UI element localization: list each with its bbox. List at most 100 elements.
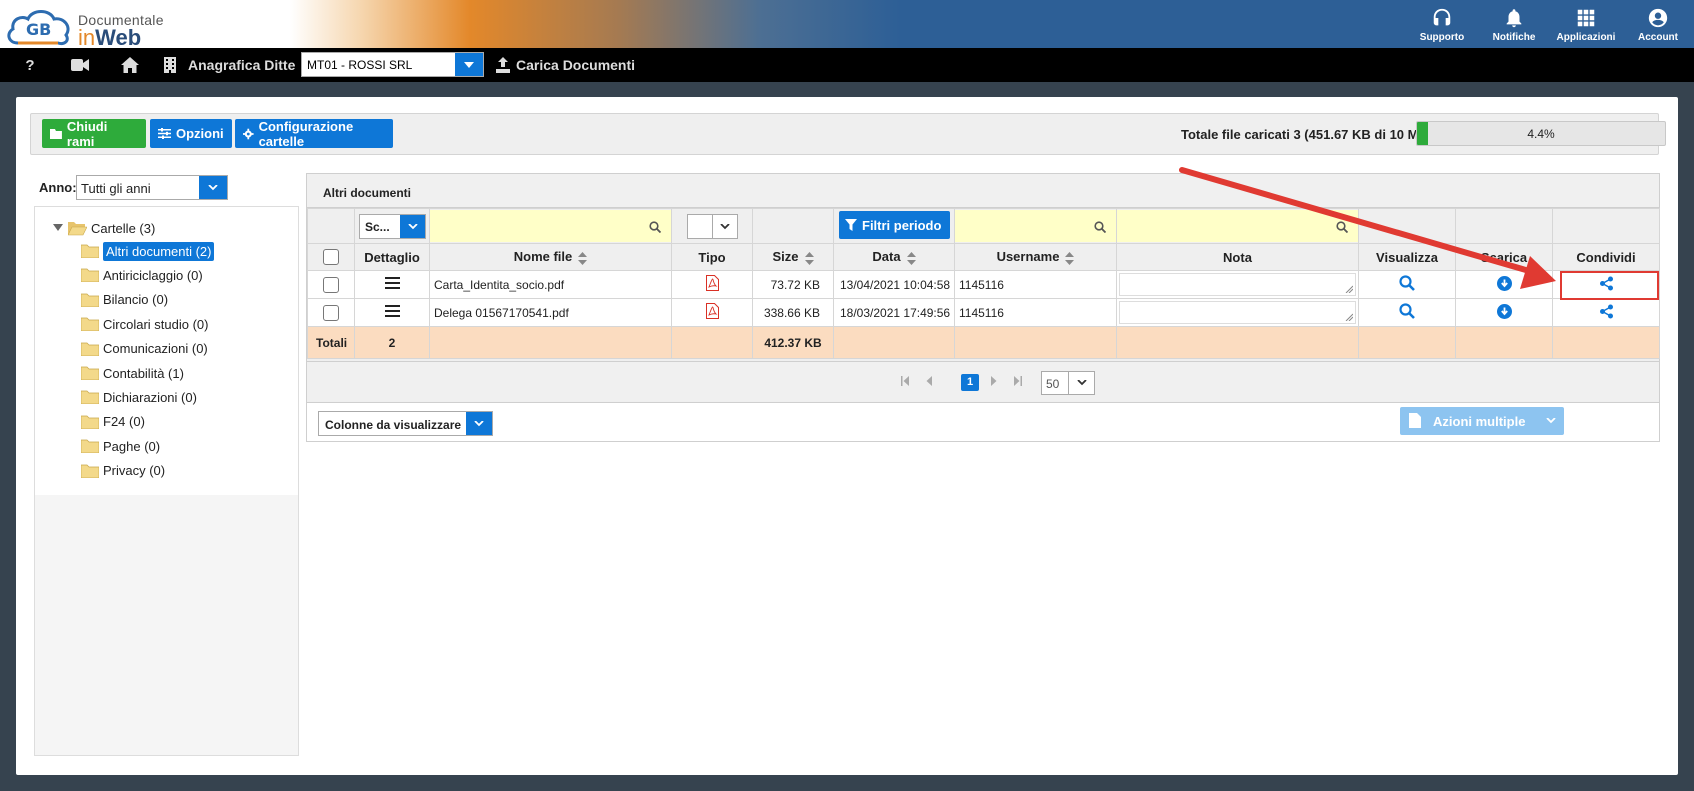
table-row[interactable]: Carta_Identita_socio.pdf 73.72 KB 13/04/20… (307, 270, 1660, 299)
nav-applicazioni[interactable]: Applicazioni (1550, 0, 1622, 48)
nome-file-filter-input[interactable] (430, 210, 671, 242)
sort-icon[interactable] (804, 251, 814, 265)
chevron-down-icon[interactable] (400, 215, 425, 238)
tree-folder-item[interactable]: Antiriciclaggio (0) (81, 264, 203, 286)
chevron-down-icon[interactable] (1538, 407, 1564, 435)
app-header: GB Documentale inWeb Supporto Notifiche … (0, 0, 1694, 50)
row-nota-cell (1116, 270, 1359, 299)
select-all-checkbox[interactable] (323, 249, 339, 266)
chiudi-rami-button[interactable]: Chiudi rami (42, 119, 146, 149)
tree-folder-item[interactable]: Contabilità (1) (81, 362, 184, 384)
filter-nome-cell[interactable] (429, 208, 672, 244)
totals-size: 412.37 KB (752, 326, 834, 359)
row-checkbox[interactable] (323, 304, 339, 321)
row-username: 1145116 (954, 270, 1117, 299)
caret-down-icon[interactable] (53, 224, 63, 232)
chevron-down-icon[interactable] (712, 215, 737, 238)
chevron-down-icon[interactable] (1068, 372, 1094, 394)
row-dettaglio-cell (354, 270, 430, 299)
row-nota-input[interactable] (1119, 273, 1356, 296)
folder-icon (81, 391, 99, 405)
colonne-select[interactable]: Colonne da visualizzare (318, 411, 493, 436)
last-page-icon[interactable] (1013, 376, 1022, 386)
download-icon[interactable] (1496, 275, 1512, 291)
prev-page-icon[interactable] (926, 376, 933, 386)
tree-folder-label: Altri documenti (2) (103, 241, 215, 261)
col-username[interactable]: Username (954, 243, 1117, 271)
tree-folder-item[interactable]: Paghe (0) (81, 435, 160, 457)
table-row[interactable]: Delega 01567170541.pdf 338.66 KB 18/03/202… (307, 298, 1660, 327)
tree-folder-item[interactable]: Privacy (0) (81, 460, 165, 482)
tree-root[interactable]: Cartelle (3) (53, 217, 155, 239)
tree-folder-item[interactable]: Comunicazioni (0) (81, 338, 208, 360)
col-nome-file[interactable]: Nome file (429, 243, 672, 271)
search-icon[interactable] (1399, 303, 1415, 319)
resize-grip-icon[interactable] (1345, 313, 1353, 321)
top-nav: Supporto Notifiche Applicazioni Account (1406, 0, 1694, 48)
tree-root-label: Cartelle (3) (91, 220, 156, 236)
tree-folder-item[interactable]: Dichiarazioni (0) (81, 386, 197, 408)
dettaglio-filter-select[interactable]: Sc... (359, 214, 426, 239)
totals-empty (1455, 326, 1553, 359)
row-size: 73.72 KB (752, 270, 834, 299)
row-nota-input[interactable] (1119, 301, 1356, 324)
filtri-periodo-button[interactable]: Filtri periodo (839, 211, 950, 239)
grid-icon (1577, 9, 1595, 27)
home-button[interactable] (115, 48, 145, 82)
nav-supporto[interactable]: Supporto (1406, 0, 1478, 48)
upload-icon[interactable] (488, 48, 518, 82)
page-size-select[interactable]: 50 (1041, 371, 1095, 395)
search-icon (1094, 221, 1106, 233)
nav-notifiche-label: Notifiche (1492, 32, 1536, 43)
carica-documenti-button[interactable]: Carica Documenti (516, 57, 635, 73)
sort-icon[interactable] (578, 251, 588, 265)
gear-icon (243, 128, 254, 139)
totals-empty (1552, 326, 1660, 359)
menu-icon[interactable] (384, 277, 400, 289)
row-username: 1145116 (954, 298, 1117, 327)
opzioni-label: Opzioni (176, 126, 224, 141)
help-button[interactable]: ? (15, 48, 45, 82)
tree-folder-item[interactable]: Bilancio (0) (81, 289, 168, 311)
resize-grip-icon[interactable] (1345, 285, 1353, 293)
tipo-filter-select[interactable] (687, 214, 738, 239)
folder-icon (81, 269, 99, 283)
sort-icon[interactable] (906, 251, 916, 265)
company-select[interactable]: MT01 - ROSSI SRL (301, 52, 484, 77)
first-page-icon[interactable] (901, 376, 910, 386)
download-icon[interactable] (1496, 303, 1512, 319)
nav-account-label: Account (1638, 32, 1678, 43)
tree-folder-item[interactable]: Altri documenti (2) (81, 240, 215, 262)
video-button[interactable] (65, 48, 95, 82)
chevron-down-icon[interactable] (455, 53, 483, 76)
tree-folder-item[interactable]: F24 (0) (81, 411, 145, 433)
filter-data-cell: Filtri periodo (833, 208, 955, 244)
nav-account[interactable]: Account (1622, 0, 1694, 48)
share-icon[interactable] (1599, 304, 1614, 319)
chevron-down-icon[interactable] (466, 412, 492, 435)
configurazione-cartelle-button[interactable]: Configurazione cartelle (235, 119, 393, 149)
app-logo[interactable]: GB Documentale inWeb (4, 3, 204, 50)
col-size[interactable]: Size (752, 243, 834, 271)
nav-notifiche[interactable]: Notifiche (1478, 0, 1550, 48)
tree-folder-item[interactable]: Circolari studio (0) (81, 313, 208, 335)
nota-filter-input[interactable] (1117, 210, 1358, 242)
menu-icon[interactable] (384, 305, 400, 317)
filter-username-cell[interactable] (954, 208, 1117, 244)
col-dettaglio: Dettaglio (354, 243, 430, 271)
filter-nota-cell[interactable] (1116, 208, 1359, 244)
page-current[interactable]: 1 (961, 374, 979, 391)
progress-text: 4.4% (1527, 127, 1555, 141)
chevron-down-icon[interactable] (199, 176, 227, 199)
col-scarica: Scarica (1455, 243, 1553, 271)
col-data[interactable]: Data (833, 243, 955, 271)
header-row: Dettaglio Nome file Tipo Size Data Usern… (307, 243, 1660, 271)
sort-icon[interactable] (1065, 251, 1075, 265)
opzioni-button[interactable]: Opzioni (150, 119, 232, 148)
row-checkbox[interactable] (323, 276, 339, 293)
next-page-icon[interactable] (990, 376, 997, 386)
username-filter-input[interactable] (955, 210, 1116, 242)
search-icon[interactable] (1399, 275, 1415, 291)
azioni-multiple-button[interactable]: Azioni multiple (1400, 407, 1564, 435)
anno-select[interactable]: Tutti gli anni (76, 175, 228, 200)
